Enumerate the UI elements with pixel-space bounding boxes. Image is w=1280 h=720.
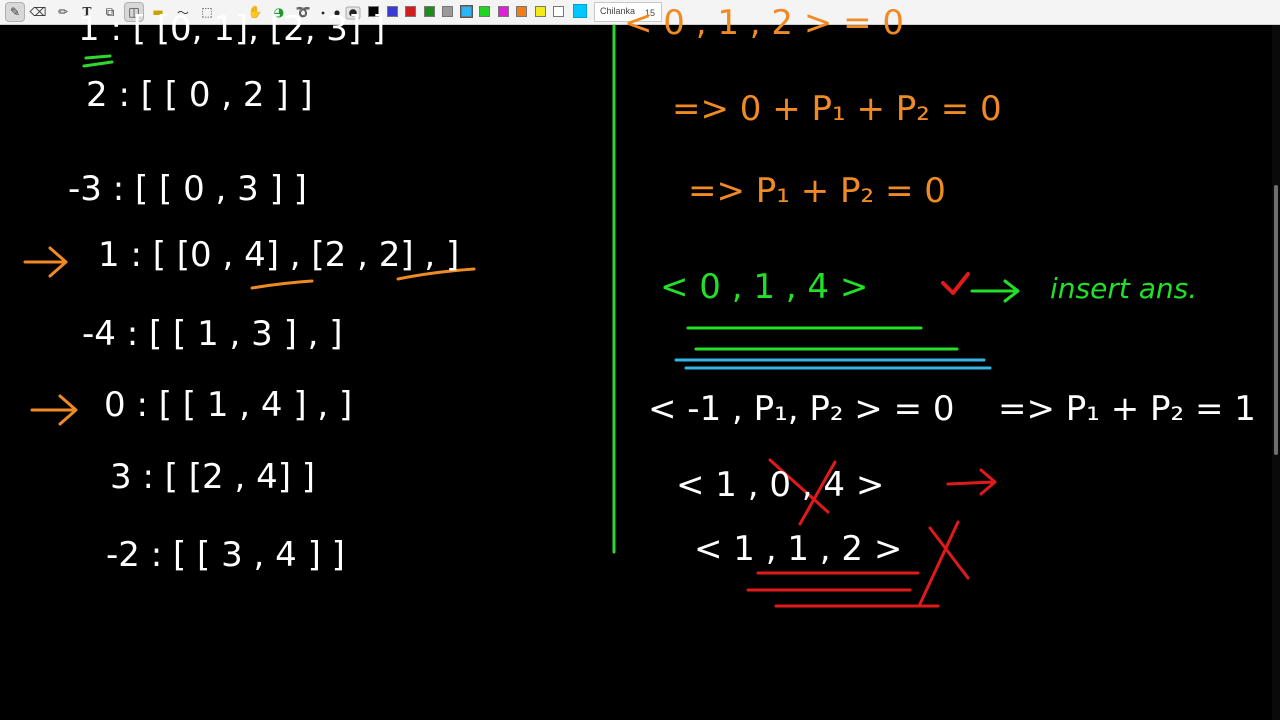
red-arrow — [946, 468, 997, 496]
insert-ans-note: insert ans. — [1050, 272, 1197, 305]
whiteboard-canvas[interactable]: 1 : [ [0, 1], [2, 3] ] 2 : [ [ 0 , 2 ] ]… — [0, 0, 1280, 720]
left-line-3: -3 : [ [ 0 , 3 ] ] — [68, 169, 307, 209]
green-arrow — [970, 279, 1020, 303]
orange-underline — [250, 279, 314, 290]
right-line-6: < -1 , P₁, P₂ > = 0 — [648, 389, 955, 429]
right-line-8: < 1 , 0 , 4 > — [676, 465, 884, 505]
left-line-7: 3 : [ [2 , 4] ] — [110, 457, 315, 497]
vertical-scrollbar[interactable] — [1272, 25, 1280, 720]
left-line-6: 0 : [ [ 1 , 4 ] , ] — [104, 385, 352, 425]
red-check-mark — [941, 272, 970, 295]
right-line-green: < 0 , 1 , 4 > — [660, 267, 868, 307]
left-line-4: 1 : [ [0 , 4] , [2 , 2] , ] — [98, 235, 459, 275]
right-line-3: => P₁ + P₂ = 0 — [688, 171, 946, 211]
right-line-1: < 0 , 1 , 2 > = 0 — [624, 3, 904, 43]
red-cross — [918, 520, 970, 606]
green-mark — [82, 60, 114, 68]
right-line-2: => 0 + P₁ + P₂ = 0 — [672, 89, 1002, 129]
right-line-7: => P₁ + P₂ = 1 — [998, 389, 1256, 429]
orange-arrow — [30, 394, 78, 426]
orange-arrow — [23, 246, 68, 278]
left-line-5: -4 : [ [ 1 , 3 ] , ] — [82, 314, 343, 354]
left-line-1: 1 : [ [0, 1], [2, 3] ] — [78, 9, 385, 49]
green-mark — [84, 54, 112, 60]
left-line-2: 2 : [ [ 0 , 2 ] ] — [86, 75, 313, 115]
left-line-8: -2 : [ [ 3 , 4 ] ] — [106, 535, 345, 575]
right-line-9: < 1 , 1 , 2 > — [694, 529, 902, 569]
scrollbar-thumb[interactable] — [1274, 185, 1278, 455]
